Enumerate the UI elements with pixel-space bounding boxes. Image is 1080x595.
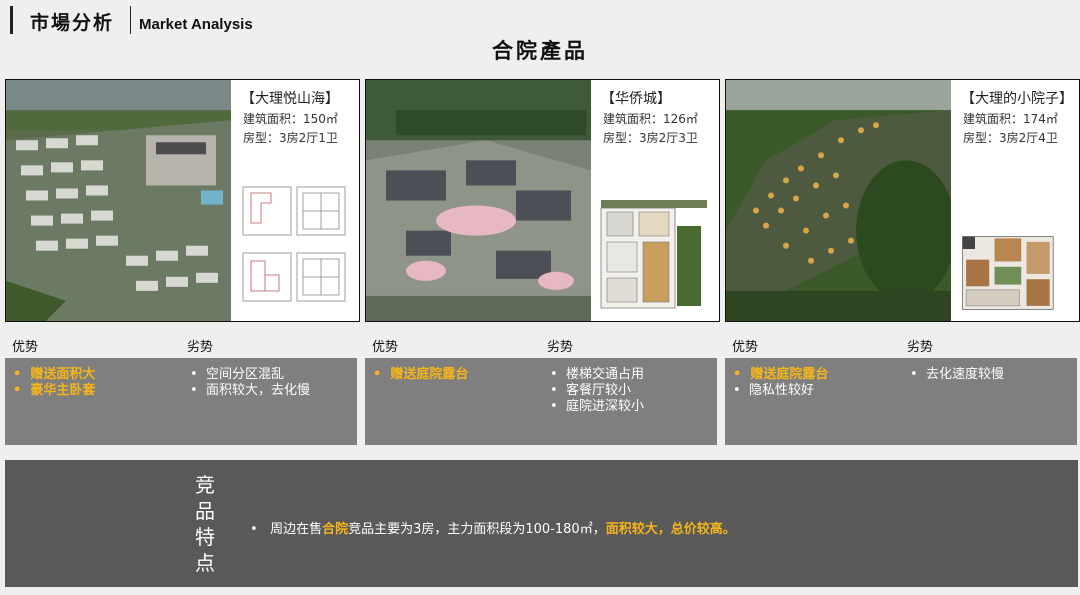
pros-item: • 豪华主卧套	[13, 383, 96, 398]
floor-plan-image	[959, 233, 1057, 313]
summary-panel: 竞品特点 • 周边在售合院竞品主要为3房，主力面积段为100-180㎡，面积较大…	[5, 460, 1078, 587]
floor-plan-image	[599, 198, 709, 313]
header-title-en: Market Analysis	[139, 16, 253, 33]
page-title: 合院產品	[492, 38, 588, 63]
project-info: 【华侨城】 建筑面积：126㎡ 房型：3房2厅3卫	[591, 80, 719, 321]
project-area: 建筑面积：150㎡	[243, 112, 338, 126]
project-layout: 房型：3房2厅4卫	[963, 131, 1058, 145]
pros-label: 优势	[12, 340, 39, 355]
pros-item: • 赠送庭院露台	[733, 367, 829, 382]
cons-item: • 去化速度较慢	[910, 367, 1004, 382]
project-layout: 房型：3房2厅1卫	[243, 131, 338, 145]
project-name: 【大理的小院子】	[961, 91, 1073, 107]
cons-item: • 空间分区混乱	[190, 367, 284, 382]
project-layout: 房型：3房2厅3卫	[603, 131, 698, 145]
cons-label: 劣势	[907, 340, 934, 355]
pros-item: • 赠送庭院露台	[373, 367, 469, 382]
cons-item: • 楼梯交通占用	[550, 367, 644, 382]
cons-list: • 去化速度较慢	[910, 367, 1004, 383]
summary-text: • 周边在售合院竞品主要为3房，主力面积段为100-180㎡，面积较大，总价较高…	[250, 522, 736, 537]
pros-label: 优势	[732, 340, 759, 355]
pros-list: • 赠送面积大 • 豪华主卧套	[13, 367, 95, 399]
header-title-cn: 市場分析	[30, 12, 115, 34]
floor-plan-image	[239, 183, 349, 313]
project-name: 【华侨城】	[601, 91, 671, 107]
project-card-2: 【华侨城】 建筑面积：126㎡ 房型：3房2厅3卫	[365, 79, 720, 322]
project-aerial-photo	[366, 80, 591, 321]
analysis-panel-2: • 赠送庭院露台 • 楼梯交通占用 • 客餐厅较小 • 庭院进深较小	[365, 358, 717, 445]
header-accent-bar	[10, 6, 13, 34]
pros-item: • 赠送面积大	[13, 367, 96, 382]
analysis-panel-3: • 赠送庭院露台 • 隐私性较好 • 去化速度较慢	[725, 358, 1077, 445]
pros-item: • 隐私性较好	[733, 383, 814, 398]
project-aerial-photo	[726, 80, 951, 321]
cons-label: 劣势	[547, 340, 574, 355]
header-divider	[130, 6, 131, 34]
cons-list: • 楼梯交通占用 • 客餐厅较小 • 庭院进深较小	[550, 367, 644, 415]
project-aerial-photo	[6, 80, 231, 321]
pros-list: • 赠送庭院露台 • 隐私性较好	[733, 367, 828, 399]
pros-label: 优势	[372, 340, 399, 355]
project-area: 建筑面积：126㎡	[603, 112, 698, 126]
cons-item: • 面积较大，去化慢	[190, 383, 310, 398]
project-info: 【大理的小院子】 建筑面积：174㎡ 房型：3房2厅4卫	[951, 80, 1079, 321]
cons-list: • 空间分区混乱 • 面积较大，去化慢	[190, 367, 310, 399]
cons-item: • 客餐厅较小	[550, 383, 631, 398]
project-area: 建筑面积：174㎡	[963, 112, 1058, 126]
cons-label: 劣势	[187, 340, 214, 355]
project-card-3: 【大理的小院子】 建筑面积：174㎡ 房型：3房2厅4卫	[725, 79, 1080, 322]
pros-list: • 赠送庭院露台	[373, 367, 468, 383]
project-card-1: 【大理悦山海】 建筑面积：150㎡ 房型：3房2厅1卫	[5, 79, 360, 322]
analysis-panel-1: • 赠送面积大 • 豪华主卧套 • 空间分区混乱 • 面积较大，去化慢	[5, 358, 357, 445]
project-name: 【大理悦山海】	[241, 91, 339, 107]
project-info: 【大理悦山海】 建筑面积：150㎡ 房型：3房2厅1卫	[231, 80, 359, 321]
cons-item: • 庭院进深较小	[550, 399, 644, 414]
summary-title: 竞品特点	[195, 473, 215, 575]
